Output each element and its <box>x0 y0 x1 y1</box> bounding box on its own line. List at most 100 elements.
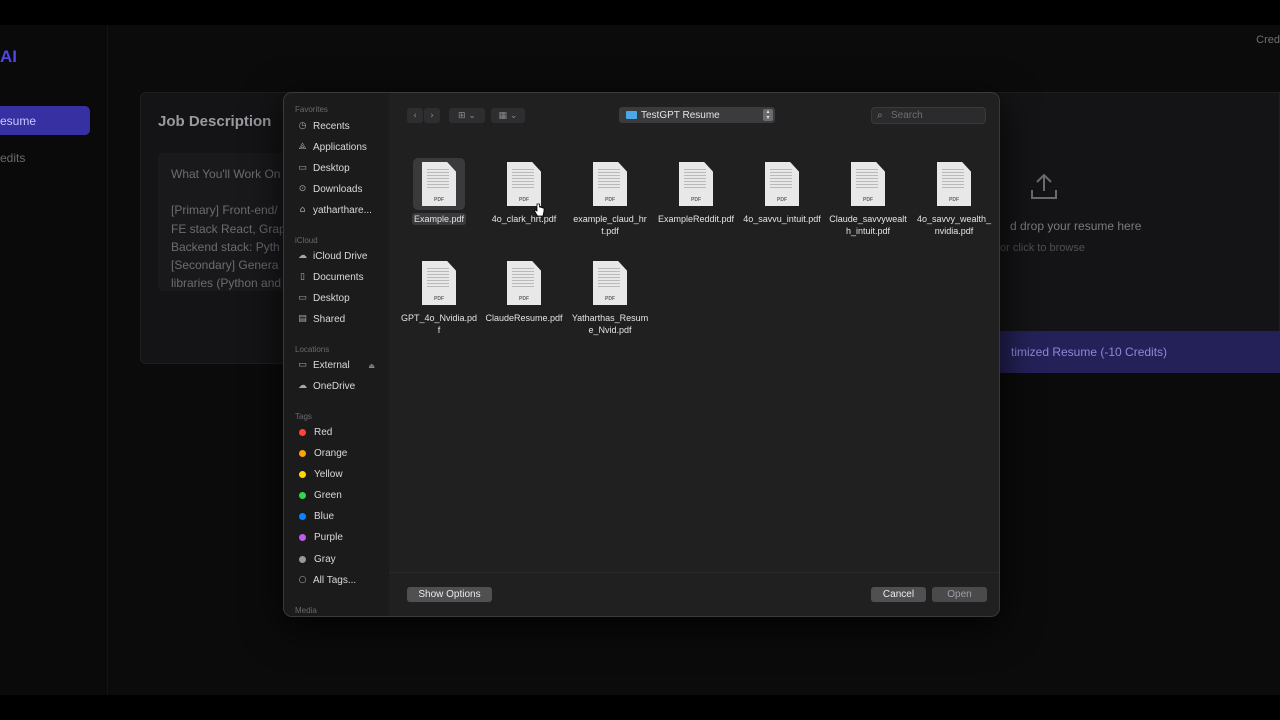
cloud-icon: ☁ <box>298 251 307 261</box>
file-item[interactable]: PDF 4o_clark_hrt.pdf <box>484 158 564 225</box>
file-name: Example.pdf <box>399 213 479 225</box>
sidebar-item-home[interactable]: ⌂ yathartharе... <box>284 200 389 221</box>
desktop-icon: ▭ <box>298 163 307 173</box>
file-thumbnail-wrap: PDF <box>928 158 980 210</box>
file-item[interactable]: PDF ExampleReddit.pdf <box>656 158 736 225</box>
file-item[interactable]: PDF Claude_savvywealth_intuit.pdf <box>828 158 908 237</box>
home-icon: ⌂ <box>299 205 306 215</box>
file-thumbnail-wrap: PDF <box>842 158 894 210</box>
search-field[interactable]: ⌕ <box>871 107 986 124</box>
file-item[interactable]: PDF Yatharthas_Resume_Nvid.pdf <box>570 257 650 336</box>
tag-green[interactable]: Green <box>284 485 389 506</box>
file-name: 4o_clark_hrt.pdf <box>491 214 557 224</box>
pdf-file-icon: PDF <box>422 261 456 305</box>
section-media: Media <box>295 606 317 615</box>
pdf-tag: PDF <box>863 197 873 203</box>
doc-lines <box>427 169 449 189</box>
sidebar-item-shared[interactable]: ▤ Shared <box>284 309 389 330</box>
section-tags: Tags <box>295 412 312 421</box>
shared-folder-icon: ▤ <box>298 314 307 324</box>
search-input[interactable] <box>891 110 981 121</box>
job-description-title: Job Description <box>158 113 272 130</box>
file-name: GPT_4o_Nvidia.pdf <box>400 313 478 335</box>
file-name: 4o_savvy_wealth_nvidia.pdf <box>916 214 992 236</box>
chevron-right-icon: › <box>430 110 434 121</box>
file-name: Claude_savvywealth_intuit.pdf <box>829 214 907 236</box>
pdf-tag: PDF <box>605 197 615 203</box>
doc-lines <box>770 169 792 189</box>
chevron-left-icon: ‹ <box>413 110 417 121</box>
tag-dot <box>299 492 306 499</box>
sidebar-item-all-tags[interactable]: ○ All Tags... <box>284 570 389 591</box>
pdf-file-icon: PDF <box>507 162 541 206</box>
doc-lines <box>512 169 534 189</box>
file-item[interactable]: PDF example_claud_hrt.pdf <box>570 158 650 237</box>
tag-orange[interactable]: Orange <box>284 443 389 464</box>
credits-display: Cred <box>1256 34 1280 46</box>
tag-dot <box>299 556 306 563</box>
generate-optimized-resume-button[interactable]: timized Resume (-10 Credits) <box>990 331 1280 373</box>
group-by-button[interactable]: ▦ ⌄ <box>491 108 525 123</box>
folder-path-popup[interactable]: TestGPT Resume ▴ ▾ <box>619 107 775 123</box>
drive-icon: ▭ <box>298 360 307 370</box>
file-item[interactable]: PDF 4o_savvu_intuit.pdf <box>742 158 822 225</box>
sidebar-item-documents[interactable]: ▯ Documents <box>284 267 389 288</box>
cancel-button[interactable]: Cancel <box>871 587 926 602</box>
doc-lines <box>598 169 620 189</box>
file-thumbnail-wrap: PDF <box>413 158 465 210</box>
sidebar-item-icloud-drive[interactable]: ☁ iCloud Drive <box>284 246 389 267</box>
file-thumbnail-wrap: PDF <box>498 257 550 309</box>
upload-icon <box>1031 173 1057 199</box>
file-name: Yatharthas_Resume_Nvid.pdf <box>571 313 649 335</box>
nav-item-credits[interactable]: edits <box>0 151 25 165</box>
tag-blue[interactable]: Blue <box>284 506 389 527</box>
tag-dot <box>299 534 306 541</box>
folder-icon <box>626 111 637 119</box>
file-item[interactable]: PDF 4o_savvy_wealth_nvidia.pdf <box>914 158 994 237</box>
sidebar-item-desktop[interactable]: ▭ Desktop <box>284 158 389 179</box>
sidebar-item-onedrive[interactable]: ☁ OneDrive <box>284 376 389 397</box>
doc-lines <box>856 169 878 189</box>
view-mode-button[interactable]: ⊞ ⌄ <box>449 108 485 123</box>
file-item[interactable]: PDF ClaudeResume.pdf <box>484 257 564 324</box>
open-button[interactable]: Open <box>932 587 987 602</box>
sidebar-item-icloud-desktop[interactable]: ▭ Desktop <box>284 288 389 309</box>
pdf-file-icon: PDF <box>593 261 627 305</box>
tag-purple[interactable]: Purple <box>284 527 389 548</box>
file-open-dialog: Favorites ◷ Recents ⟁ Applications ▭ Deskto… <box>283 92 1000 617</box>
section-icloud: iCloud <box>295 236 318 245</box>
forward-button[interactable]: › <box>424 108 440 123</box>
tag-dot <box>299 450 306 457</box>
file-item[interactable]: PDF GPT_4o_Nvidia.pdf <box>399 257 479 336</box>
file-thumbnail-wrap: PDF <box>413 257 465 309</box>
sidebar-item-applications[interactable]: ⟁ Applications <box>284 137 389 158</box>
eject-icon[interactable]: ⏏ <box>368 362 375 370</box>
pdf-file-icon: PDF <box>765 162 799 206</box>
tag-red[interactable]: Red <box>284 422 389 443</box>
hand-cursor-icon <box>533 203 545 217</box>
cloud-icon: ☁ <box>298 381 307 391</box>
downloads-icon: ⊙ <box>298 184 307 194</box>
back-button[interactable]: ‹ <box>407 108 423 123</box>
app-sidebar: AI esume edits <box>0 25 108 695</box>
file-name: ExampleReddit.pdf <box>657 214 735 224</box>
tag-gray[interactable]: Gray <box>284 549 389 570</box>
file-item[interactable]: PDF Example.pdf <box>399 158 479 225</box>
show-options-button[interactable]: Show Options <box>407 587 492 602</box>
file-name: 4o_savvu_intuit.pdf <box>743 214 821 224</box>
pdf-file-icon: PDF <box>851 162 885 206</box>
sidebar-item-downloads[interactable]: ⊙ Downloads <box>284 179 389 200</box>
section-locations: Locations <box>295 345 330 354</box>
file-thumbnail-wrap: PDF <box>756 158 808 210</box>
file-thumbnail-wrap: PDF <box>584 257 636 309</box>
sidebar-item-recents[interactable]: ◷ Recents <box>284 116 389 137</box>
pdf-file-icon: PDF <box>679 162 713 206</box>
nav-item-resume[interactable]: esume <box>0 106 90 135</box>
icon-grid-view-icon: ⊞ ⌄ <box>458 110 476 121</box>
doc-lines <box>942 169 964 189</box>
tag-dot <box>299 471 306 478</box>
app-window: AI esume edits Cred Job Description What… <box>0 25 1280 695</box>
tag-yellow[interactable]: Yellow <box>284 464 389 485</box>
sidebar-item-external[interactable]: ▭ External ⏏ <box>284 355 389 376</box>
pdf-tag: PDF <box>434 296 444 302</box>
